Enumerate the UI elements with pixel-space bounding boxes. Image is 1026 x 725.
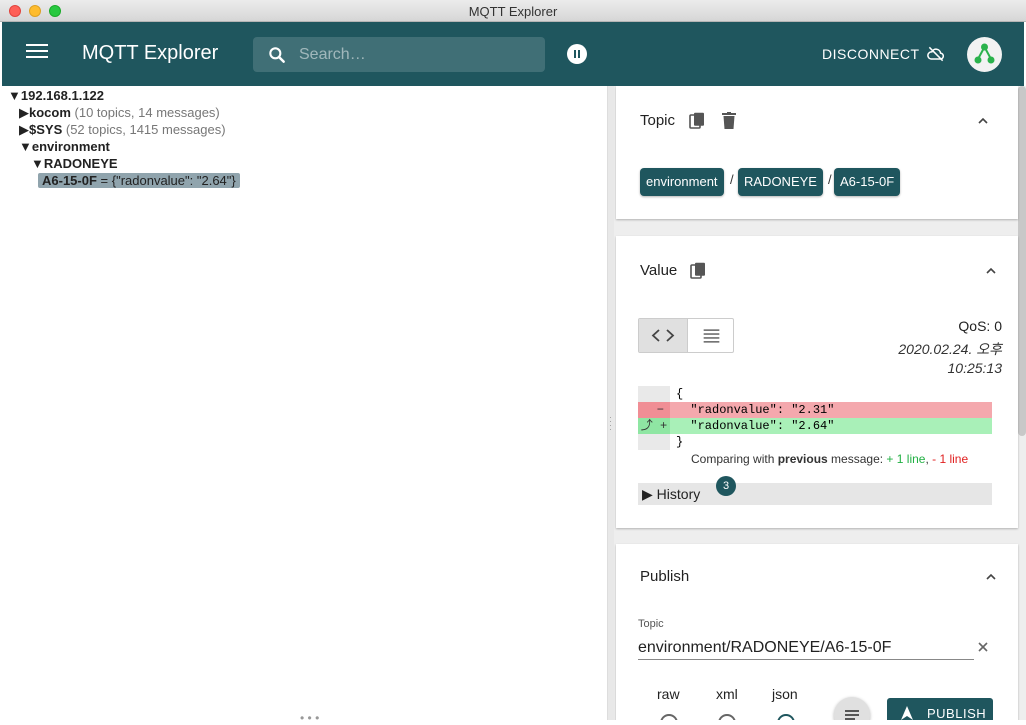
tree-node-radoneye[interactable]: ▼RADONEYE: [31, 156, 118, 171]
topic-chip-a6-15-0f[interactable]: A6-15-0F: [834, 168, 901, 196]
diff-gutter: −: [638, 402, 670, 418]
tree-root[interactable]: ▼192.168.1.122: [8, 88, 104, 103]
details-panel: Topic environment / RADONEYE / A6-15-0F …: [614, 86, 1026, 720]
copy-icon[interactable]: [689, 112, 705, 130]
collapse-topic-chevron-icon[interactable]: [978, 116, 988, 126]
topic-chip-environment[interactable]: environment: [640, 168, 724, 196]
format-json-label: json: [772, 686, 798, 702]
message-time: 10:25:13: [947, 360, 1003, 376]
value-title: Value: [640, 262, 678, 279]
window-title: MQTT Explorer: [468, 4, 558, 19]
chart-icon: ⤴ +: [638, 418, 670, 434]
disconnect-button[interactable]: DISCONNECT: [822, 46, 920, 62]
cloud-off-icon[interactable]: [926, 44, 946, 64]
diff-line-added: ⤴ + "radonvalue": "2.64": [638, 418, 992, 434]
topic-chip-radoneye[interactable]: RADONEYE: [738, 168, 823, 196]
code-view-icon[interactable]: [639, 319, 687, 352]
diff-gutter: [638, 434, 670, 450]
diff-line: }: [638, 434, 992, 450]
avatar[interactable]: [967, 37, 1002, 72]
compare-summary: Comparing with previous message: + 1 lin…: [691, 452, 969, 466]
format-xml-label: xml: [716, 686, 738, 702]
search-icon: [269, 47, 285, 63]
publish-topic-input[interactable]: [638, 636, 974, 660]
window-titlebar: MQTT Explorer: [0, 0, 1026, 22]
delete-icon[interactable]: [721, 112, 737, 130]
topic-card: Topic environment / RADONEYE / A6-15-0F: [616, 86, 1018, 219]
message-date: 2020.02.24. 오후: [898, 341, 1002, 357]
format-text-button[interactable]: [834, 697, 870, 720]
expand-arrow-icon: ▶: [642, 486, 653, 502]
diff-line-removed: − "radonvalue": "2.31": [638, 402, 992, 418]
tree-node-environment[interactable]: ▼environment: [19, 139, 110, 154]
topic-title: Topic: [640, 112, 676, 129]
menu-icon[interactable]: [26, 44, 48, 62]
copy-value-icon[interactable]: [690, 262, 706, 280]
qos-label: QoS: 0: [958, 318, 1002, 334]
search-box[interactable]: [253, 37, 545, 72]
history-expander[interactable]: ▶ History: [638, 483, 992, 505]
pause-icon[interactable]: [567, 44, 587, 64]
view-mode-toggle: [638, 318, 734, 353]
tree-node-sys[interactable]: ▶$SYS (52 topics, 1415 messages): [19, 122, 226, 138]
publish-topic-label: Topic: [638, 618, 664, 630]
publish-title: Publish: [640, 568, 690, 585]
diff-view: { − "radonvalue": "2.31" ⤴ + "radonvalue…: [638, 386, 992, 450]
collapse-publish-chevron-icon[interactable]: [986, 572, 996, 582]
send-icon: [901, 706, 913, 720]
format-raw-label: raw: [657, 686, 680, 702]
diff-line: {: [638, 386, 992, 402]
text-view-icon[interactable]: [687, 319, 735, 352]
topic-separator: /: [828, 172, 832, 187]
scrollbar[interactable]: [1018, 86, 1026, 436]
app-title: MQTT Explorer: [82, 42, 219, 64]
tree-node-kocom[interactable]: ▶kocom (10 topics, 14 messages): [19, 105, 220, 121]
publish-button[interactable]: PUBLISH: [887, 698, 993, 720]
app-bar: MQTT Explorer DISCONNECT: [2, 22, 1024, 86]
collapse-value-chevron-icon[interactable]: [986, 266, 996, 276]
tree-node-selected[interactable]: A6-15-0F = {"radonvalue": "2.64"}: [38, 173, 240, 188]
format-align-icon: [845, 710, 859, 720]
diff-gutter: [638, 386, 670, 402]
network-icon: [974, 43, 995, 64]
topic-tree: ▼192.168.1.122 ▶kocom (10 topics, 14 mes…: [2, 86, 608, 720]
search-input[interactable]: [299, 37, 539, 72]
drag-handle-icon[interactable]: · · · ·: [609, 413, 612, 434]
clear-icon[interactable]: [976, 640, 990, 654]
topic-separator: /: [730, 172, 734, 187]
history-count-badge: 3: [716, 476, 736, 496]
